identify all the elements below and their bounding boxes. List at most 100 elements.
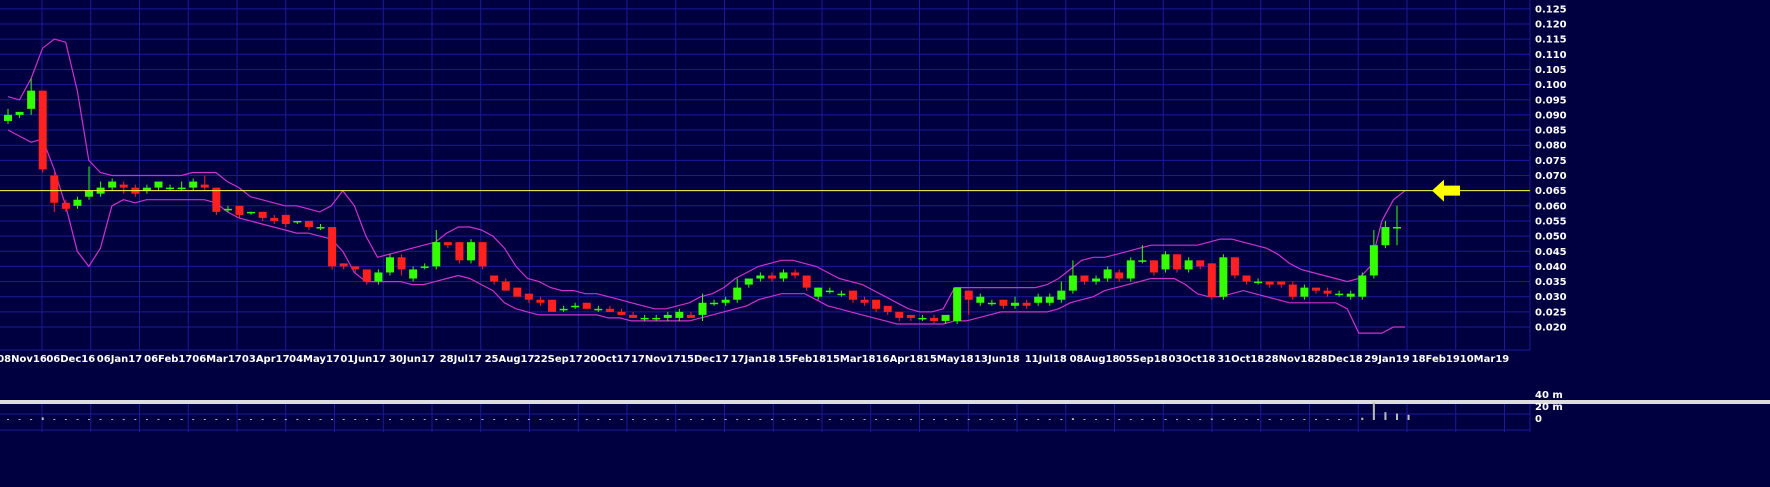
volume-bar (840, 419, 843, 420)
candle-body (189, 181, 198, 188)
candle-body (1207, 263, 1216, 297)
candle-body (1103, 269, 1112, 279)
candle-body (605, 308, 614, 312)
volume-bar (1187, 419, 1190, 420)
candle-body (524, 293, 533, 300)
volume-tick-label: 20 m (1535, 402, 1563, 413)
x-tick-label: 16Apr18 (876, 354, 924, 365)
volume-bar (1338, 419, 1341, 420)
candle-body (293, 220, 302, 223)
y-tick-label: 0.070 (1535, 171, 1567, 182)
candle-body (385, 257, 394, 273)
volume-bar (423, 419, 426, 420)
candle-body (328, 227, 337, 267)
volume-bar (296, 419, 299, 420)
candle-body (883, 305, 892, 312)
candle-body (571, 305, 580, 308)
candle-body (1161, 254, 1170, 270)
candle-body (177, 187, 186, 190)
volume-bar (585, 419, 588, 420)
volume-bar (1384, 412, 1387, 420)
candle-body (1254, 281, 1263, 284)
volume-bar (446, 419, 449, 420)
candle-body (1346, 293, 1355, 297)
volume-bar (1118, 419, 1121, 420)
volume-bar (701, 419, 704, 420)
volume-bar (111, 419, 114, 420)
volume-bar (979, 419, 982, 420)
volume-bar (354, 419, 357, 420)
candle-body (941, 314, 950, 321)
candle-body (1219, 257, 1228, 297)
candle-body (675, 311, 684, 318)
volume-bar (805, 419, 808, 420)
candle-body (1242, 275, 1251, 282)
y-tick-label: 0.105 (1535, 65, 1567, 76)
y-tick-label: 0.095 (1535, 95, 1567, 106)
candle-body (501, 281, 510, 291)
volume-bar (192, 419, 195, 420)
y-tick-label: 0.065 (1535, 186, 1567, 197)
volume-bar (794, 419, 797, 420)
candle-body (270, 217, 279, 221)
candle-body (594, 308, 603, 311)
candle-body (38, 90, 47, 170)
volume-bar (18, 419, 21, 420)
volume-bar (342, 419, 345, 420)
candle-body (409, 269, 418, 279)
volume-bar (909, 419, 912, 420)
volume-bar (1037, 419, 1040, 420)
x-tick-label: 06Mar17 (192, 354, 242, 365)
volume-bar (1071, 418, 1074, 420)
candle-body (304, 220, 313, 228)
stock-chart: 0.020 0.025 0.030 0.035 0.040 0.045 0.050 0.055… (0, 0, 1770, 487)
y-tick-label: 0.045 (1535, 247, 1567, 258)
candle-body (50, 175, 59, 203)
volume-bar (1106, 419, 1109, 420)
volume-bar (574, 419, 577, 420)
volume-bar (863, 419, 866, 420)
volume-bar (169, 419, 172, 420)
volume-bar (458, 419, 461, 420)
volume-bar (898, 419, 901, 420)
candle-body (779, 272, 788, 279)
volume-bar (1164, 419, 1167, 420)
volume-bar (273, 419, 276, 420)
volume-bar (400, 419, 403, 420)
x-tick-label: 25Aug17 (485, 354, 535, 365)
volume-bar (319, 419, 322, 420)
candle-body (15, 111, 24, 115)
volume-bar (875, 419, 878, 420)
candle-body (513, 287, 522, 297)
x-tick-label: 28Dec18 (1314, 354, 1363, 365)
x-tick-label: 01Jun17 (340, 354, 386, 365)
volume-bar (88, 419, 91, 420)
volume-bar (122, 419, 125, 420)
candle-body (281, 214, 290, 224)
candle-body (1080, 275, 1089, 282)
candle-body (756, 275, 765, 279)
candle-body (316, 227, 325, 229)
x-tick-label: 20Oct17 (583, 354, 630, 365)
candle-body (814, 287, 823, 297)
candle-body (1011, 302, 1020, 306)
volume-bar (64, 419, 67, 420)
candle-body (640, 317, 649, 320)
volume-bar (736, 419, 739, 420)
y-tick-label: 0.085 (1535, 126, 1567, 137)
candle-body (85, 190, 94, 197)
volume-bar (1048, 419, 1051, 420)
candle-body (710, 302, 719, 305)
candle-body (548, 299, 557, 312)
volume-bar (782, 419, 785, 420)
y-tick-label: 0.030 (1535, 292, 1567, 303)
volume-bar (180, 419, 183, 420)
candle-body (930, 317, 938, 321)
volume-bar (1268, 419, 1271, 420)
volume-bar (828, 419, 831, 420)
candle-body (1126, 260, 1135, 279)
candle-body (536, 299, 545, 303)
volume-bar (666, 419, 669, 420)
volume-bar (759, 419, 762, 420)
candle-body (1288, 284, 1297, 297)
